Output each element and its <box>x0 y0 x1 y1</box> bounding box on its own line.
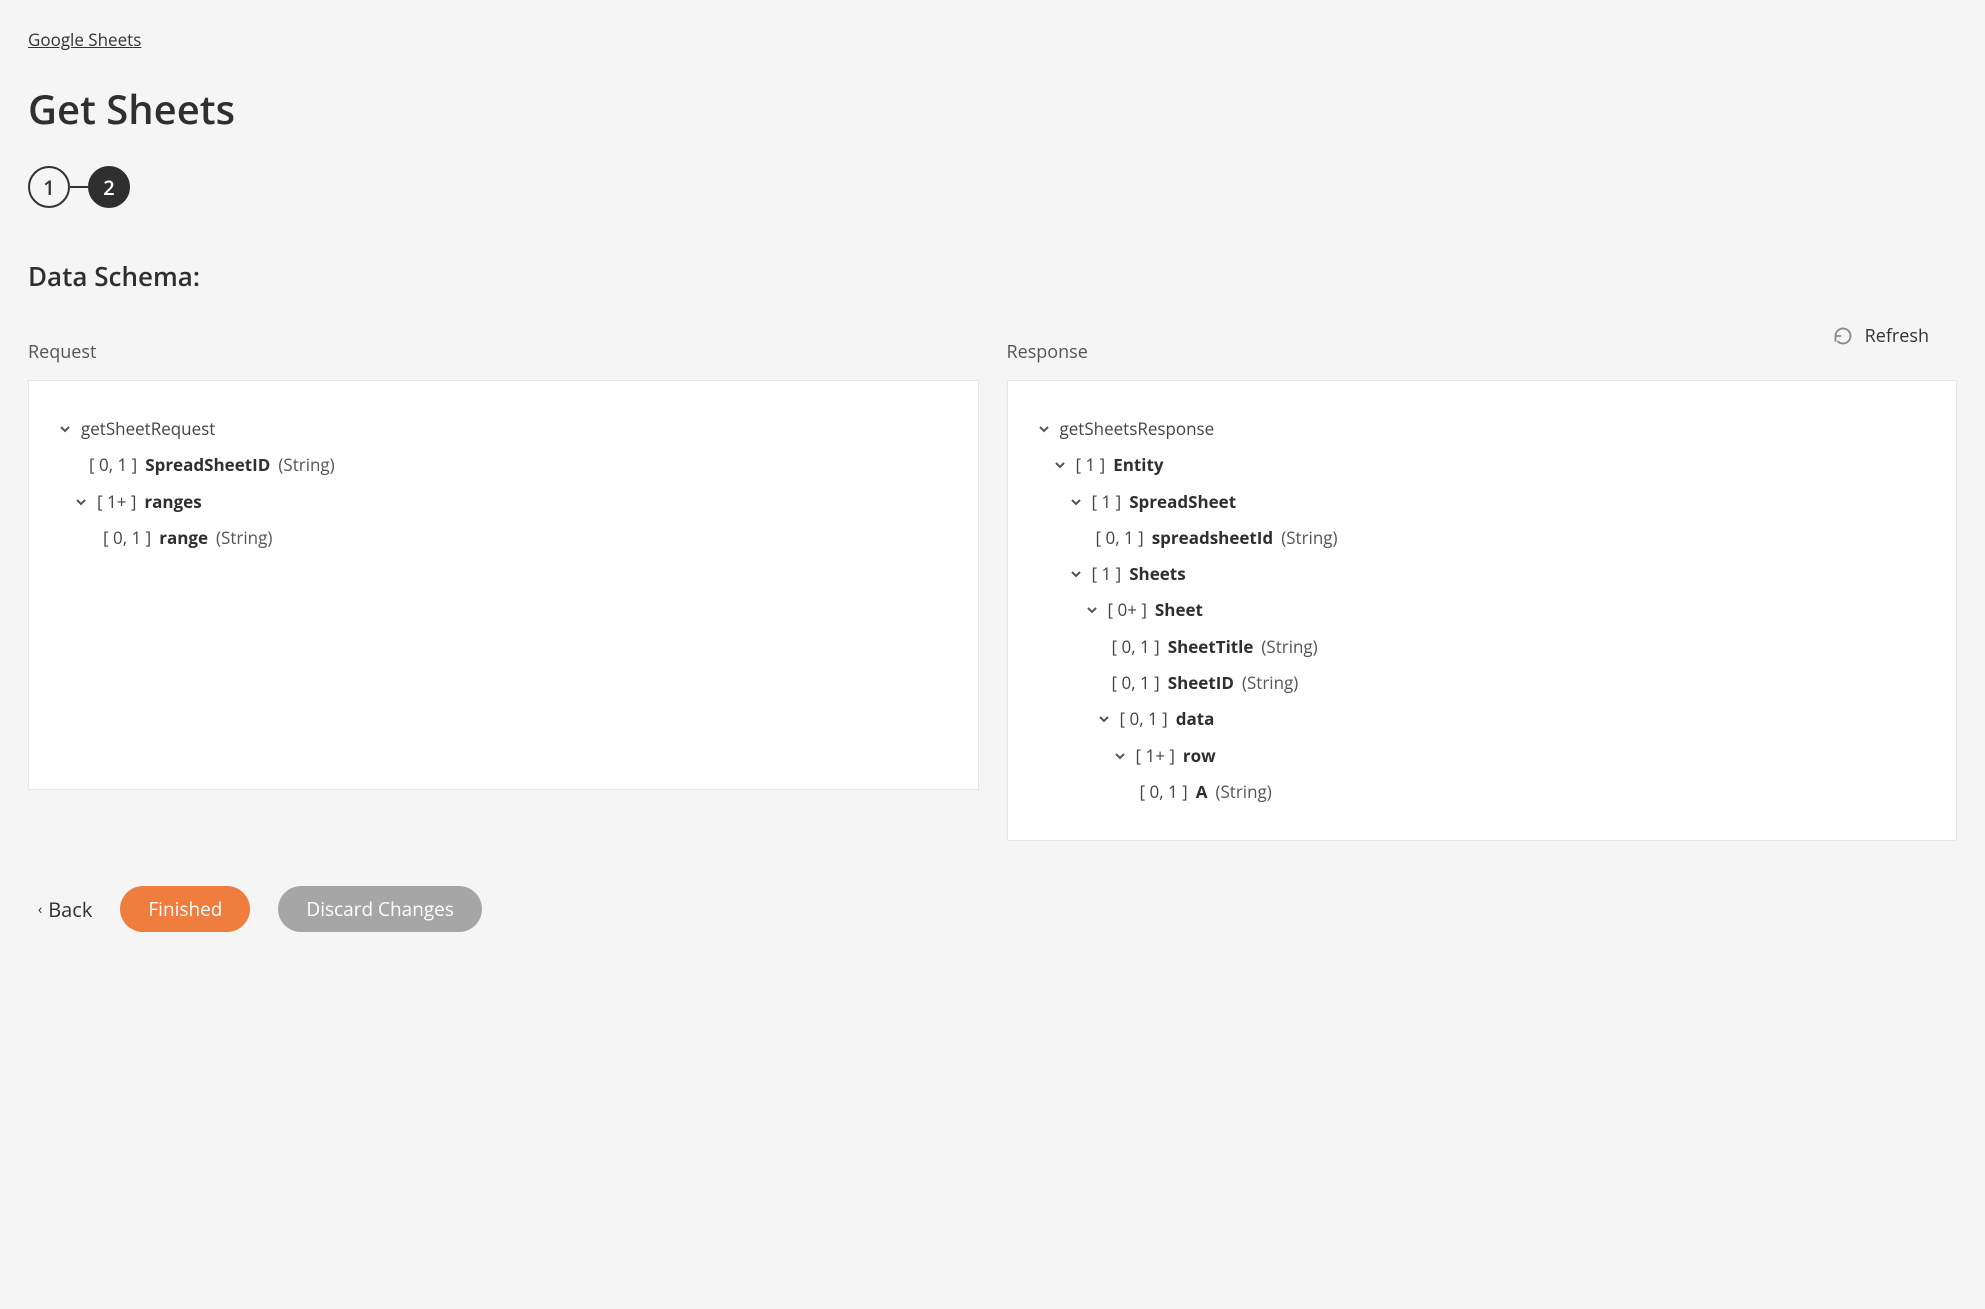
node-cardinality: [ 1 ] <box>1092 486 1122 518</box>
tree-node-leaf[interactable]: [ 0, 1 ] SheetID (String) <box>1112 667 1927 699</box>
step-1[interactable]: 1 <box>28 166 70 208</box>
node-name: ranges <box>144 486 201 518</box>
chevron-down-icon <box>1070 568 1084 580</box>
tree-node-expandable[interactable]: [ 1 ] Sheets <box>1070 558 1927 590</box>
node-label: getSheetRequest <box>81 413 215 445</box>
discard-button[interactable]: Discard Changes <box>278 886 482 932</box>
step-2[interactable]: 2 <box>88 166 130 208</box>
node-cardinality: [ 1 ] <box>1076 449 1106 481</box>
tree-node-leaf[interactable]: [ 0, 1 ] A (String) <box>1140 776 1927 808</box>
node-cardinality: [ 1+ ] <box>1136 740 1175 772</box>
node-cardinality: [ 0, 1 ] <box>1120 703 1168 735</box>
node-cardinality: [ 0, 1 ] <box>103 522 151 554</box>
node-type: (String) <box>1261 631 1317 663</box>
node-cardinality: [ 0, 1 ] <box>1112 631 1160 663</box>
section-heading: Data Schema: <box>28 258 1957 294</box>
node-name: SpreadSheet <box>1129 486 1236 518</box>
node-cardinality: [ 1 ] <box>1092 558 1122 590</box>
tree-node-leaf[interactable]: [ 0, 1 ] spreadsheetId (String) <box>1096 522 1927 554</box>
tree-node-leaf[interactable]: [ 0, 1 ] SheetTitle (String) <box>1112 631 1927 663</box>
chevron-down-icon <box>1114 750 1128 762</box>
chevron-down-icon <box>1054 459 1068 471</box>
tree-node-root[interactable]: getSheetRequest <box>59 413 948 445</box>
breadcrumb-link[interactable]: Google Sheets <box>28 28 141 51</box>
node-cardinality: [ 0, 1 ] <box>1140 776 1188 808</box>
node-label: getSheetsResponse <box>1060 413 1215 445</box>
node-type: (String) <box>216 522 272 554</box>
request-column: Request getSheetRequest [ 0, 1 ] SpreadS… <box>28 340 979 841</box>
back-button[interactable]: ‹ Back <box>38 896 92 923</box>
node-name: A <box>1196 776 1208 808</box>
node-name: Sheet <box>1155 594 1203 626</box>
node-type: (String) <box>1281 522 1337 554</box>
tree-node-expandable[interactable]: [ 0+ ] Sheet <box>1086 594 1927 626</box>
node-cardinality: [ 0, 1 ] <box>1096 522 1144 554</box>
chevron-down-icon <box>59 423 73 435</box>
node-cardinality: [ 1+ ] <box>97 486 136 518</box>
chevron-down-icon <box>75 496 89 508</box>
step-connector <box>70 186 88 188</box>
footer-actions: ‹ Back Finished Discard Changes <box>28 886 1957 932</box>
tree-node-leaf[interactable]: [ 0, 1 ] range (String) <box>103 522 948 554</box>
node-type: (String) <box>1215 776 1271 808</box>
node-type: (String) <box>1242 667 1298 699</box>
tree-node-leaf[interactable]: [ 0, 1 ] SpreadSheetID (String) <box>89 449 948 481</box>
response-panel: getSheetsResponse [ 1 ] Entity [ 1 ] Spr… <box>1007 380 1958 841</box>
chevron-down-icon <box>1038 423 1052 435</box>
node-name: SpreadSheetID <box>145 449 270 481</box>
node-name: Sheets <box>1129 558 1185 590</box>
response-label: Response <box>1007 340 1958 364</box>
tree-node-expandable[interactable]: [ 1 ] Entity <box>1054 449 1927 481</box>
request-label: Request <box>28 340 979 364</box>
stepper: 1 2 <box>28 166 1957 208</box>
node-name: Entity <box>1113 449 1163 481</box>
tree-node-expandable[interactable]: [ 1+ ] row <box>1114 740 1927 772</box>
back-label: Back <box>48 896 92 923</box>
node-name: range <box>159 522 208 554</box>
tree-node-expandable[interactable]: [ 0, 1 ] data <box>1098 703 1927 735</box>
tree-node-root[interactable]: getSheetsResponse <box>1038 413 1927 445</box>
node-cardinality: [ 0, 1 ] <box>89 449 137 481</box>
chevron-down-icon <box>1086 604 1100 616</box>
node-type: (String) <box>278 449 334 481</box>
request-panel: getSheetRequest [ 0, 1 ] SpreadSheetID (… <box>28 380 979 790</box>
node-name: SheetID <box>1168 667 1234 699</box>
response-column: Response getSheetsResponse [ 1 ] Entity … <box>1007 340 1958 841</box>
chevron-down-icon <box>1070 496 1084 508</box>
tree-node-expandable[interactable]: [ 1 ] SpreadSheet <box>1070 486 1927 518</box>
node-cardinality: [ 0+ ] <box>1108 594 1147 626</box>
node-cardinality: [ 0, 1 ] <box>1112 667 1160 699</box>
chevron-left-icon: ‹ <box>38 900 42 919</box>
tree-node-expandable[interactable]: [ 1+ ] ranges <box>75 486 948 518</box>
node-name: data <box>1176 703 1215 735</box>
node-name: row <box>1183 740 1216 772</box>
finished-button[interactable]: Finished <box>120 886 250 932</box>
node-name: spreadsheetId <box>1152 522 1273 554</box>
node-name: SheetTitle <box>1168 631 1254 663</box>
page-title: Get Sheets <box>28 81 1957 136</box>
chevron-down-icon <box>1098 713 1112 725</box>
